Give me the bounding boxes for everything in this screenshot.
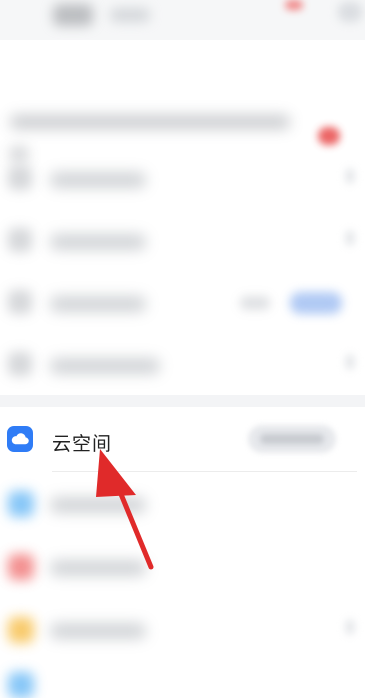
row-3-value (240, 296, 270, 310)
cloud-space-status-text (260, 434, 324, 444)
cloud-icon (7, 426, 33, 452)
row-7-icon (8, 617, 34, 643)
row-1-icon (8, 166, 32, 190)
section-divider (0, 395, 365, 407)
account-name (110, 8, 150, 22)
row-1-label (50, 172, 146, 188)
chevron-right-icon (345, 354, 355, 370)
row-5-label (50, 497, 146, 513)
row-2-icon (8, 228, 32, 252)
notice-text (10, 115, 290, 129)
notice-badge (318, 127, 340, 145)
row-2-label (50, 234, 146, 250)
row-3-label (50, 296, 146, 312)
divider (52, 471, 357, 472)
top-bar (0, 0, 365, 40)
row-3-badge (290, 292, 342, 314)
row-3-icon (8, 290, 32, 314)
row-5-icon (8, 491, 34, 517)
row-8-icon (8, 672, 34, 698)
settings-row-1[interactable] (0, 150, 365, 210)
settings-row-2[interactable] (0, 212, 365, 272)
settings-icon[interactable] (338, 2, 362, 22)
row-4-label (50, 358, 160, 374)
notice-banner[interactable] (0, 45, 365, 161)
row-4-icon (8, 352, 32, 376)
chevron-right-icon (345, 619, 355, 635)
settings-row-7[interactable] (0, 599, 365, 661)
cloud-space-label: 云空间 (52, 433, 113, 455)
settings-row-4[interactable] (0, 336, 365, 396)
avatar[interactable] (53, 4, 93, 26)
chevron-right-icon (345, 230, 355, 246)
chevron-right-icon (345, 168, 355, 184)
settings-row-8[interactable] (0, 660, 365, 698)
row-6-label (50, 560, 146, 576)
settings-row-6[interactable] (0, 536, 365, 598)
row-7-label (50, 623, 146, 639)
settings-row-5[interactable] (0, 473, 365, 535)
row-6-icon (8, 554, 34, 580)
notification-dot (285, 0, 303, 10)
